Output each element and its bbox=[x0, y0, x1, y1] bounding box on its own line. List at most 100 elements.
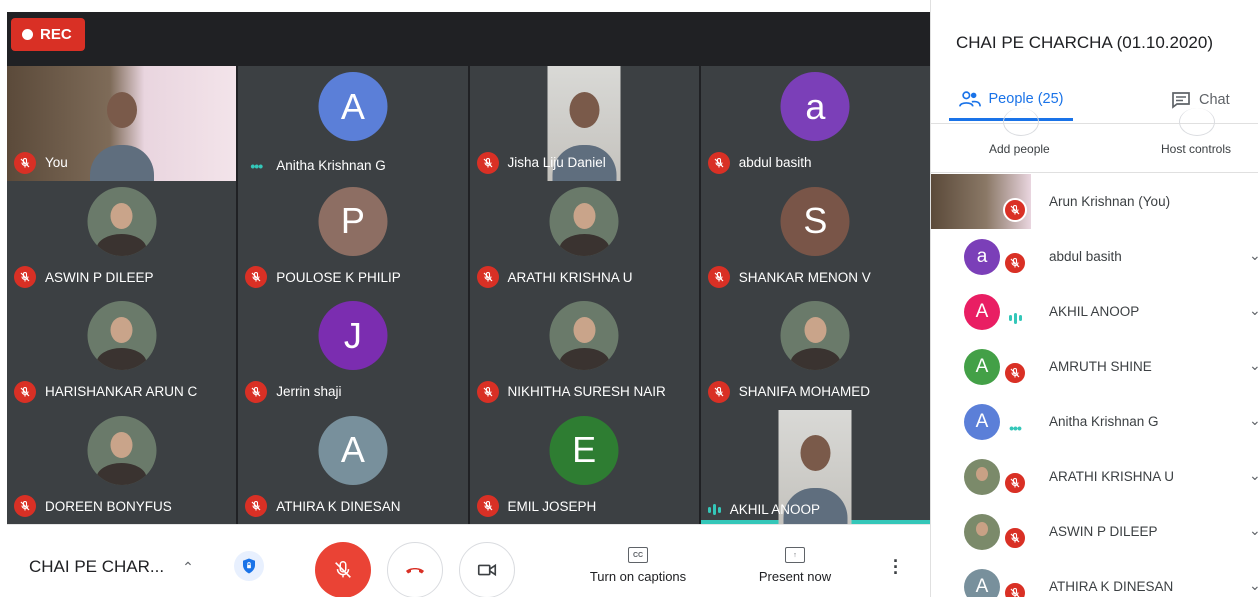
participant-tile[interactable]: A ••• Anitha Krishnan G bbox=[238, 66, 468, 181]
participant-row[interactable]: A ATHIRA K DINESAN ⌄ bbox=[931, 559, 1258, 597]
participant-label: Jisha Liju Daniel bbox=[476, 151, 606, 174]
avatar: E bbox=[549, 415, 619, 485]
mic-off-icon bbox=[14, 151, 36, 174]
camera-toggle-button[interactable] bbox=[459, 542, 515, 597]
participant-tile[interactable]: SHANIFA MOHAMED bbox=[700, 295, 930, 410]
tab-chat-label: Chat bbox=[1199, 92, 1230, 108]
participant-tile[interactable]: Jisha Liju Daniel bbox=[469, 66, 699, 181]
participant-tile[interactable]: AKHIL ANOOP bbox=[700, 409, 930, 524]
mic-off-icon bbox=[476, 266, 499, 288]
avatar: P bbox=[318, 186, 388, 256]
participant-name: NIKHITHA SURESH NAIR bbox=[507, 384, 666, 399]
tab-people-label: People (25) bbox=[988, 90, 1064, 107]
mic-off-icon bbox=[707, 151, 730, 174]
participant-name: ASWIN P DILEEP bbox=[45, 269, 154, 285]
avatar-photo bbox=[964, 459, 1000, 495]
participant-name: Anitha Krishnan G bbox=[276, 158, 386, 173]
leave-call-button[interactable] bbox=[387, 542, 443, 597]
participant-tile[interactable]: S SHANKAR MENON V bbox=[700, 180, 930, 295]
present-label: Present now bbox=[758, 569, 832, 584]
microphone-toggle-button[interactable] bbox=[315, 542, 371, 597]
mic-off-icon bbox=[476, 380, 499, 403]
participant-tile[interactable]: P POULOSE K PHILIP bbox=[238, 180, 468, 295]
people-icon bbox=[958, 90, 981, 107]
more-options-icon[interactable]: · · · bbox=[893, 552, 899, 582]
mic-off-icon bbox=[1003, 526, 1027, 550]
mic-off-icon bbox=[1003, 198, 1027, 222]
participant-label: ••• Anitha Krishnan G bbox=[245, 158, 386, 174]
mic-off-icon bbox=[335, 561, 351, 578]
avatar: a bbox=[780, 72, 850, 141]
chevron-down-icon[interactable]: ⌄ bbox=[1249, 412, 1258, 429]
speaking-indicator-icon bbox=[1003, 306, 1027, 330]
participant-tile[interactable]: You bbox=[7, 66, 237, 181]
mic-off-icon bbox=[245, 380, 268, 403]
participant-row[interactable]: ASWIN P DILEEP ⌄ bbox=[931, 504, 1258, 559]
participant-name: abdul basith bbox=[1049, 249, 1122, 264]
mic-off-icon bbox=[707, 266, 730, 288]
add-people-button[interactable]: Add people bbox=[989, 142, 1050, 156]
participant-tile[interactable]: A ATHIRA K DINESAN bbox=[238, 409, 468, 524]
mic-off-icon bbox=[14, 380, 36, 403]
hang-up-icon bbox=[406, 568, 424, 574]
participant-tile[interactable]: a abdul basith bbox=[700, 66, 930, 181]
participant-tile[interactable]: HARISHANKAR ARUN C bbox=[7, 295, 237, 410]
participant-row[interactable]: Arun Krishnan (You) bbox=[931, 174, 1258, 229]
participant-row[interactable]: a abdul basith ⌄ bbox=[931, 229, 1258, 284]
participant-name: Jisha Liju Daniel bbox=[507, 155, 606, 170]
participant-tile[interactable]: NIKHITHA SURESH NAIR bbox=[469, 295, 699, 410]
avatar-photo bbox=[87, 186, 157, 256]
captions-button[interactable]: CC Turn on captions bbox=[583, 547, 693, 584]
avatar: A bbox=[964, 569, 1000, 597]
participant-name: abdul basith bbox=[738, 155, 812, 170]
avatar-photo bbox=[549, 301, 619, 370]
host-controls-button[interactable]: Host controls bbox=[1161, 142, 1231, 156]
participant-name: SHANIFA MOHAMED bbox=[738, 384, 871, 399]
participant-label: abdul basith bbox=[707, 151, 812, 174]
avatar: A bbox=[964, 349, 1000, 385]
participant-name: Jerrin shaji bbox=[276, 384, 342, 399]
participant-label: SHANKAR MENON V bbox=[707, 266, 871, 288]
mic-off-icon bbox=[14, 495, 36, 517]
participant-row[interactable]: ARATHI KRISHNA U ⌄ bbox=[931, 449, 1258, 504]
participant-tile[interactable]: DOREEN BONYFUS bbox=[7, 409, 237, 524]
participant-name: ATHIRA K DINESAN bbox=[276, 498, 401, 514]
chevron-down-icon[interactable]: ⌄ bbox=[1249, 577, 1258, 594]
avatar: a bbox=[964, 239, 1000, 275]
camera-icon bbox=[477, 563, 497, 577]
avatar: S bbox=[780, 186, 850, 256]
chat-icon bbox=[1172, 92, 1190, 109]
participant-name: You bbox=[45, 155, 68, 170]
captions-label: Turn on captions bbox=[589, 569, 687, 584]
participant-row[interactable]: A AMRUTH SHINE ⌄ bbox=[931, 339, 1258, 394]
participant-row[interactable]: A ••• Anitha Krishnan G ⌄ bbox=[931, 394, 1258, 449]
avatar: A bbox=[964, 404, 1000, 440]
participant-name: ASWIN P DILEEP bbox=[1049, 524, 1158, 539]
chevron-down-icon[interactable]: ⌄ bbox=[1249, 467, 1258, 484]
host-controls-shield-icon[interactable] bbox=[234, 551, 264, 581]
meeting-details-toggle[interactable]: CHAI PE CHAR... ⌃ bbox=[29, 557, 194, 577]
speaking-indicator-icon bbox=[707, 504, 721, 515]
participant-name: Arun Krishnan (You) bbox=[1049, 194, 1171, 209]
participant-row[interactable]: A AKHIL ANOOP ⌄ bbox=[931, 284, 1258, 339]
participant-name: AKHIL ANOOP bbox=[1049, 304, 1140, 319]
mic-off-icon bbox=[476, 151, 499, 174]
chevron-down-icon[interactable]: ⌄ bbox=[1249, 247, 1258, 264]
chevron-down-icon[interactable]: ⌄ bbox=[1249, 357, 1258, 374]
panel-divider bbox=[931, 172, 1258, 173]
avatar: A bbox=[318, 415, 388, 485]
chevron-down-icon[interactable]: ⌄ bbox=[1249, 302, 1258, 319]
present-now-button[interactable]: ↑ Present now bbox=[755, 547, 835, 584]
participant-tile[interactable]: E EMIL JOSEPH bbox=[469, 409, 699, 524]
participant-tile[interactable]: J Jerrin shaji bbox=[238, 295, 468, 410]
host-controls-icon[interactable] bbox=[1179, 108, 1215, 136]
add-people-icon[interactable] bbox=[1003, 108, 1039, 136]
participant-tile[interactable]: ARATHI KRISHNA U bbox=[469, 180, 699, 295]
avatar: A bbox=[318, 72, 388, 141]
chevron-down-icon[interactable]: ⌄ bbox=[1249, 522, 1258, 539]
mic-off-icon bbox=[245, 266, 268, 288]
participant-name: ARATHI KRISHNA U bbox=[1049, 469, 1175, 484]
avatar-photo bbox=[87, 301, 157, 370]
recording-badge: REC bbox=[11, 18, 85, 51]
participant-tile[interactable]: ASWIN P DILEEP bbox=[7, 180, 237, 295]
